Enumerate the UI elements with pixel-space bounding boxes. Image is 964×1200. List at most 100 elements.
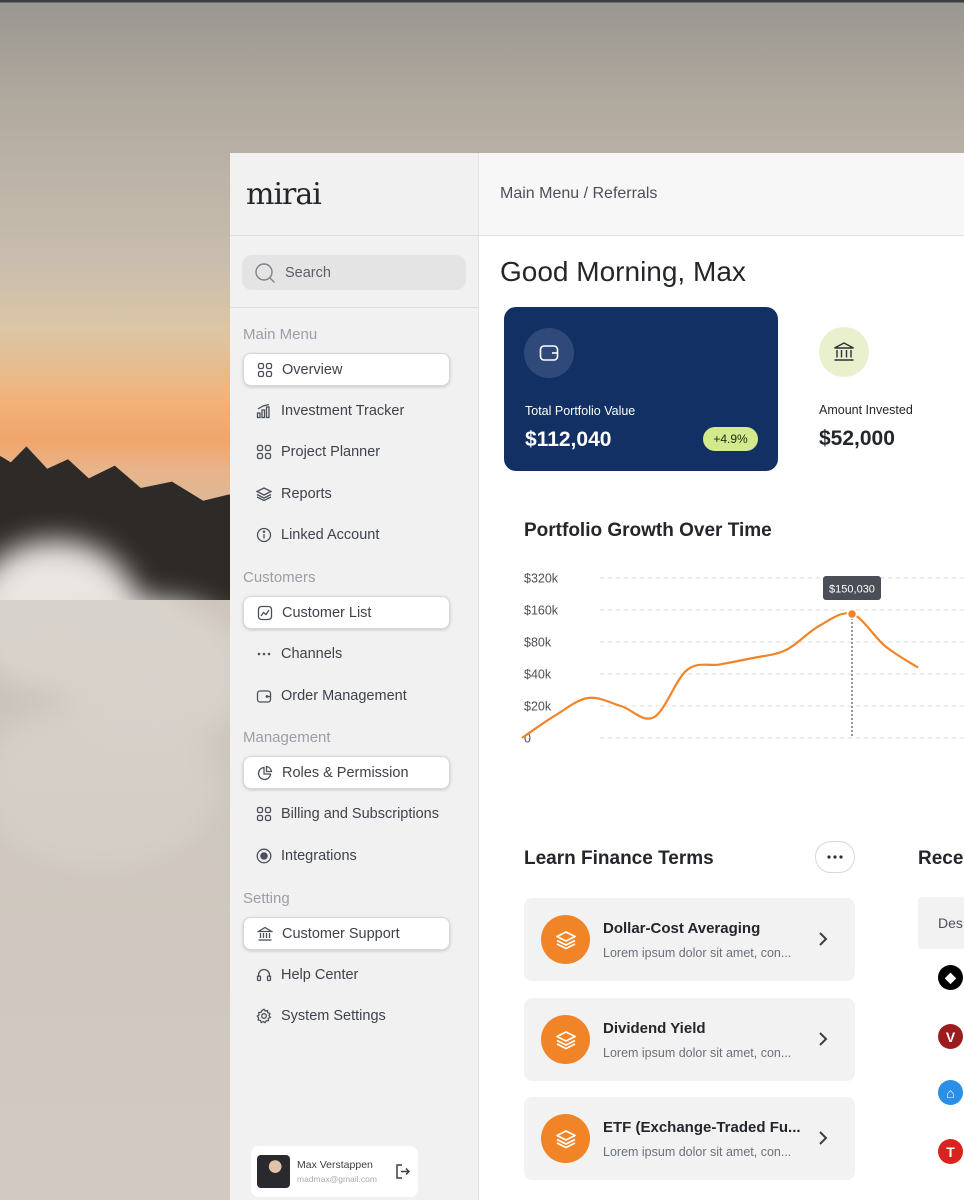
term-title: Dividend Yield <box>603 1020 706 1037</box>
bar-chart-icon <box>256 403 270 418</box>
nav-label: Customer Support <box>282 925 400 942</box>
nav-label: Order Management <box>281 687 407 704</box>
nav-label: Help Center <box>281 966 359 983</box>
coin-icon <box>256 848 272 863</box>
pie-icon <box>257 765 273 780</box>
nav-item-integrations[interactable]: Integrations <box>243 839 450 872</box>
section-title-customers: Customers <box>243 569 316 586</box>
nav-label: Overview <box>282 361 343 378</box>
series-line <box>521 612 919 739</box>
breadcrumb[interactable]: Main Menu / Referrals <box>500 185 657 203</box>
bank-icon <box>819 327 869 377</box>
finance-term-item[interactable]: ETF (Exchange-Traded Fu... Lorem ipsum d… <box>524 1097 855 1180</box>
chart-title: Portfolio Growth Over Time <box>524 520 772 541</box>
logout-icon[interactable] <box>394 1163 411 1180</box>
y-tick-label: $40k <box>524 668 552 682</box>
dots-icon <box>257 652 271 655</box>
page-title: Good Morning, Max <box>500 256 746 287</box>
grid-icon <box>256 806 272 821</box>
change-badge: +4.9% <box>703 427 758 451</box>
vechain-icon: V <box>938 1024 963 1049</box>
user-name: Max Verstappen <box>297 1159 373 1171</box>
grid-icon <box>256 444 272 459</box>
term-title: ETF (Exchange-Traded Fu... <box>603 1119 801 1136</box>
stack-icon <box>541 1015 590 1064</box>
nav-item-channels[interactable]: Channels <box>243 637 450 670</box>
logo[interactable]: mirai <box>246 177 322 212</box>
wallet-icon <box>524 328 574 378</box>
logo-area: mirai <box>230 153 478 236</box>
user-card[interactable]: Max Verstappen madmax@gmail.com <box>251 1146 418 1197</box>
term-desc: Lorem ipsum dolor sit amet, con... <box>603 1145 792 1159</box>
wallet-icon <box>256 689 272 703</box>
chevron-right-icon[interactable] <box>818 1130 828 1146</box>
tooltip-label: $150,030 <box>829 583 875 595</box>
nav-label: Billing and Subscriptions <box>281 805 439 822</box>
gear-icon <box>256 1007 272 1023</box>
nav-item-customer-list[interactable]: Customer List <box>243 596 450 629</box>
avatar[interactable] <box>257 1155 290 1188</box>
portfolio-label: Total Portfolio Value <box>525 404 636 418</box>
nav-item-customer-support[interactable]: Customer Support <box>243 917 450 950</box>
nav-item-overview[interactable]: Overview <box>243 353 450 386</box>
nav-item-investment-tracker[interactable]: Investment Tracker <box>243 394 450 427</box>
finance-term-item[interactable]: Dividend Yield Lorem ipsum dolor sit ame… <box>524 998 855 1081</box>
headset-icon <box>256 968 272 981</box>
nav-item-order-management[interactable]: Order Management <box>243 679 450 712</box>
nav-label: Roles & Permission <box>282 764 409 781</box>
nav-label: Linked Account <box>281 526 380 543</box>
search-input[interactable]: Search <box>242 255 466 290</box>
chevron-right-icon[interactable] <box>818 931 828 947</box>
stack-icon <box>541 915 590 964</box>
y-tick-label: $80k <box>524 636 552 650</box>
nav-item-help-center[interactable]: Help Center <box>243 958 450 991</box>
term-desc: Lorem ipsum dolor sit amet, con... <box>603 946 792 960</box>
learn-title: Learn Finance Terms <box>524 848 714 869</box>
more-dots-icon <box>827 855 843 859</box>
nav-label: Reports <box>281 485 332 502</box>
finance-term-item[interactable]: Dollar-Cost Averaging Lorem ipsum dolor … <box>524 898 855 981</box>
home-icon: ⌂ <box>938 1080 963 1105</box>
invested-value: $52,000 <box>819 427 895 450</box>
nav-label: Project Planner <box>281 443 381 460</box>
search-area: Search <box>230 236 478 308</box>
topbar: Main Menu / Referrals <box>479 153 964 236</box>
nav-label: Integrations <box>281 847 357 864</box>
chevron-right-icon[interactable] <box>818 1031 828 1047</box>
ethereum-icon: ◆ <box>938 965 963 990</box>
invested-label: Amount Invested <box>819 403 913 417</box>
nav-item-roles-permission[interactable]: Roles & Permission <box>243 756 450 789</box>
info-icon <box>256 527 272 542</box>
recent-table-header: Des <box>918 897 964 949</box>
portfolio-value: $112,040 <box>525 428 612 451</box>
bank-icon <box>257 926 273 941</box>
portfolio-growth-chart: $320k$160k$80k$40k$20k0Jun 08Jun 10Jun 1… <box>521 572 964 746</box>
y-tick-label: $160k <box>524 604 559 618</box>
y-tick-label: $20k <box>524 700 552 714</box>
nav-item-reports[interactable]: Reports <box>243 477 450 510</box>
stack-icon <box>541 1114 590 1163</box>
nav-label: Investment Tracker <box>281 402 405 419</box>
nav-label: System Settings <box>281 1007 386 1024</box>
nav-item-linked-account[interactable]: Linked Account <box>243 518 450 551</box>
user-info: Max Verstappen madmax@gmail.com <box>297 1159 377 1184</box>
app-window: mirai Search Main Menu Overview Investme… <box>230 153 964 1200</box>
search-icon <box>255 262 275 283</box>
tooltip-point <box>846 608 858 620</box>
portfolio-card[interactable]: Total Portfolio Value $112,040 +4.9% <box>504 307 778 471</box>
search-placeholder: Search <box>285 264 331 281</box>
nav-item-billing-subscriptions[interactable]: Billing and Subscriptions <box>243 797 450 830</box>
nav-label: Customer List <box>282 604 372 621</box>
more-button[interactable] <box>815 841 855 873</box>
y-tick-label: $320k <box>524 572 559 586</box>
tesla-icon: T <box>938 1139 963 1164</box>
user-email: madmax@gmail.com <box>297 1174 377 1184</box>
layers-icon <box>256 486 272 501</box>
section-title-main-menu: Main Menu <box>243 326 318 343</box>
chart-box-icon <box>257 605 273 620</box>
section-title-management: Management <box>243 729 331 746</box>
section-title-setting: Setting <box>243 890 290 907</box>
nav-item-system-settings[interactable]: System Settings <box>243 999 450 1032</box>
recent-title: Rece <box>918 848 964 869</box>
nav-item-project-planner[interactable]: Project Planner <box>243 435 450 468</box>
